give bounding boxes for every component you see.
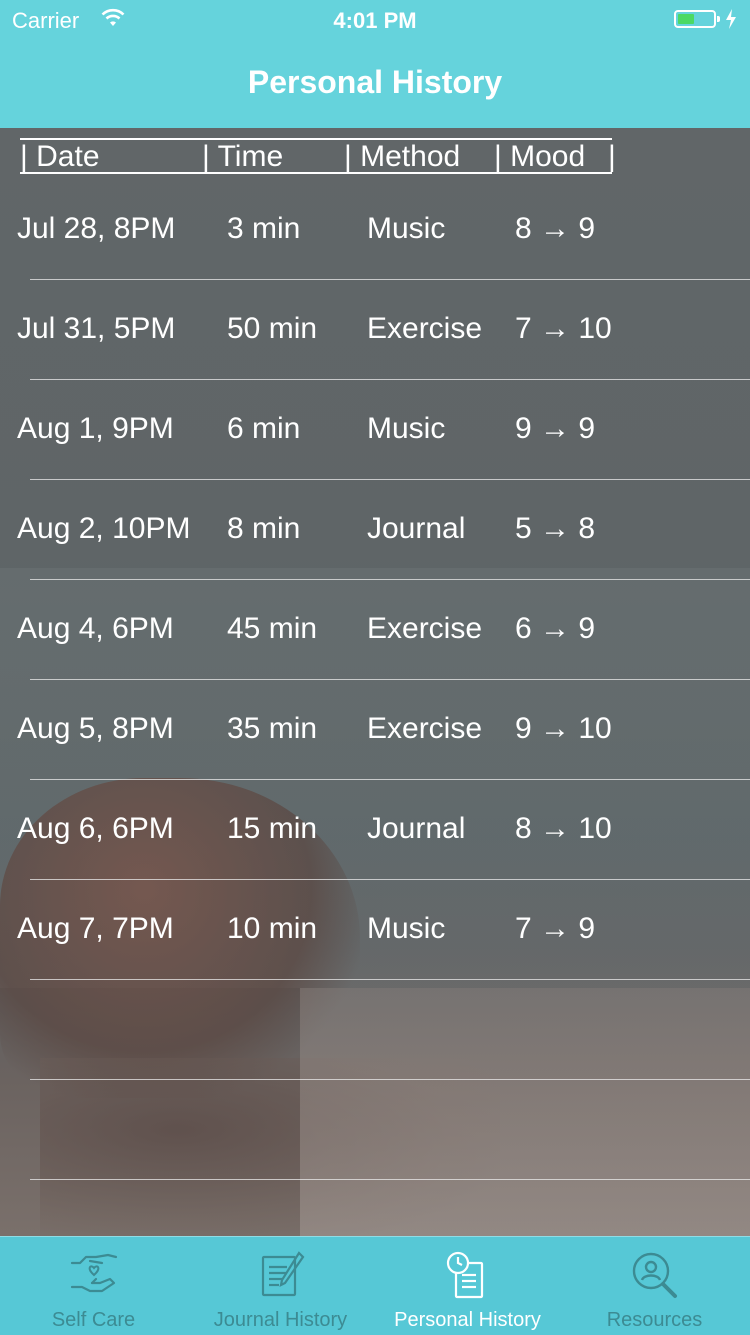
cell-method: Music — [367, 412, 446, 445]
column-header-mood: | Mood — [494, 140, 586, 173]
cell-method: Exercise — [367, 312, 483, 345]
cell-mood: 5 → 8 — [515, 512, 596, 545]
cell-date: Aug 6, 6PM — [17, 812, 174, 845]
cell-date: Aug 7, 7PM — [17, 912, 174, 945]
table-row-empty — [0, 980, 750, 1080]
status-time: 4:01 PM — [333, 8, 417, 33]
cell-mood: 8 → 10 — [515, 812, 612, 845]
column-header-time: | Time — [202, 140, 284, 173]
table-row[interactable]: Aug 2, 10PM 8 min Journal 5 → 8 — [0, 480, 750, 580]
cell-mood: 7 → 10 — [515, 312, 612, 345]
cell-mood: 8 → 9 — [515, 212, 596, 245]
table-row[interactable]: Aug 5, 8PM 35 min Exercise 9 → 10 — [0, 680, 750, 780]
tab-self-care[interactable]: Self Care — [0, 1237, 187, 1335]
cell-date: Jul 28, 8PM — [17, 212, 176, 245]
cell-method: Music — [367, 212, 446, 245]
table-row[interactable]: Aug 6, 6PM 15 min Journal 8 → 10 — [0, 780, 750, 880]
charging-icon — [726, 9, 736, 29]
cell-method: Exercise — [367, 712, 483, 745]
cell-time: 15 min — [227, 812, 318, 845]
cell-time: 6 min — [227, 412, 301, 445]
status-bar: Carrier 4:01 PM — [0, 0, 750, 40]
cell-method: Exercise — [367, 612, 483, 645]
cell-date: Aug 1, 9PM — [17, 412, 174, 445]
column-header-end-divider: | — [608, 140, 616, 173]
cell-date: Jul 31, 5PM — [17, 312, 176, 345]
column-header-method: | Method — [344, 140, 461, 173]
hand-heart-icon — [70, 1253, 117, 1293]
table-row[interactable]: Jul 31, 5PM 50 min Exercise 7 → 10 — [0, 280, 750, 380]
row-divider — [30, 1179, 750, 1180]
cell-time: 10 min — [227, 912, 318, 945]
table-row[interactable]: Aug 4, 6PM 45 min Exercise 6 → 9 — [0, 580, 750, 680]
column-header-date: | Date — [20, 140, 100, 173]
tab-journal-history[interactable]: Journal History — [187, 1237, 374, 1335]
cell-mood: 9 → 10 — [515, 712, 612, 745]
cell-mood: 7 → 9 — [515, 912, 596, 945]
cell-time: 35 min — [227, 712, 318, 745]
cell-time: 3 min — [227, 212, 301, 245]
tab-personal-history[interactable]: Personal History — [374, 1237, 561, 1335]
page-title: Personal History — [247, 64, 503, 100]
table-row[interactable]: Jul 28, 8PM 3 min Music 8 → 9 — [0, 180, 750, 280]
history-table: Jul 28, 8PM 3 min Music 8 → 9 Jul 31, 5P… — [0, 180, 750, 1180]
table-row-empty — [0, 1080, 750, 1180]
cell-method: Music — [367, 912, 446, 945]
battery-icon — [674, 10, 720, 28]
tab-label: Self Care — [51, 1309, 136, 1331]
table-row[interactable]: Aug 1, 9PM 6 min Music 9 → 9 — [0, 380, 750, 480]
cell-date: Aug 5, 8PM — [17, 712, 174, 745]
tab-label: Personal History — [394, 1309, 541, 1331]
cell-mood: 9 → 9 — [515, 412, 596, 445]
cell-time: 8 min — [227, 512, 301, 545]
cell-method: Journal — [367, 812, 466, 845]
tab-resources[interactable]: Resources — [561, 1237, 748, 1335]
tab-label: Resources — [606, 1309, 703, 1331]
cell-mood: 6 → 9 — [515, 612, 596, 645]
navigation-bar: Carrier 4:01 PM Personal History — [0, 0, 750, 128]
cell-time: 45 min — [227, 612, 318, 645]
table-header: | Date | Time | Method | Mood | — [20, 138, 616, 174]
cell-method: Journal — [367, 512, 466, 545]
cell-date: Aug 2, 10PM — [17, 512, 191, 545]
notebook-pen-icon — [261, 1251, 304, 1297]
person-search-icon — [632, 1252, 677, 1298]
tab-label: Journal History — [213, 1309, 348, 1331]
clock-document-icon — [446, 1251, 483, 1299]
cell-time: 50 min — [227, 312, 318, 345]
table-row[interactable]: Aug 7, 7PM 10 min Music 7 → 9 — [0, 880, 750, 980]
tab-bar: Self Care Journal History Personal Histo… — [0, 1236, 750, 1335]
cell-date: Aug 4, 6PM — [17, 612, 174, 645]
